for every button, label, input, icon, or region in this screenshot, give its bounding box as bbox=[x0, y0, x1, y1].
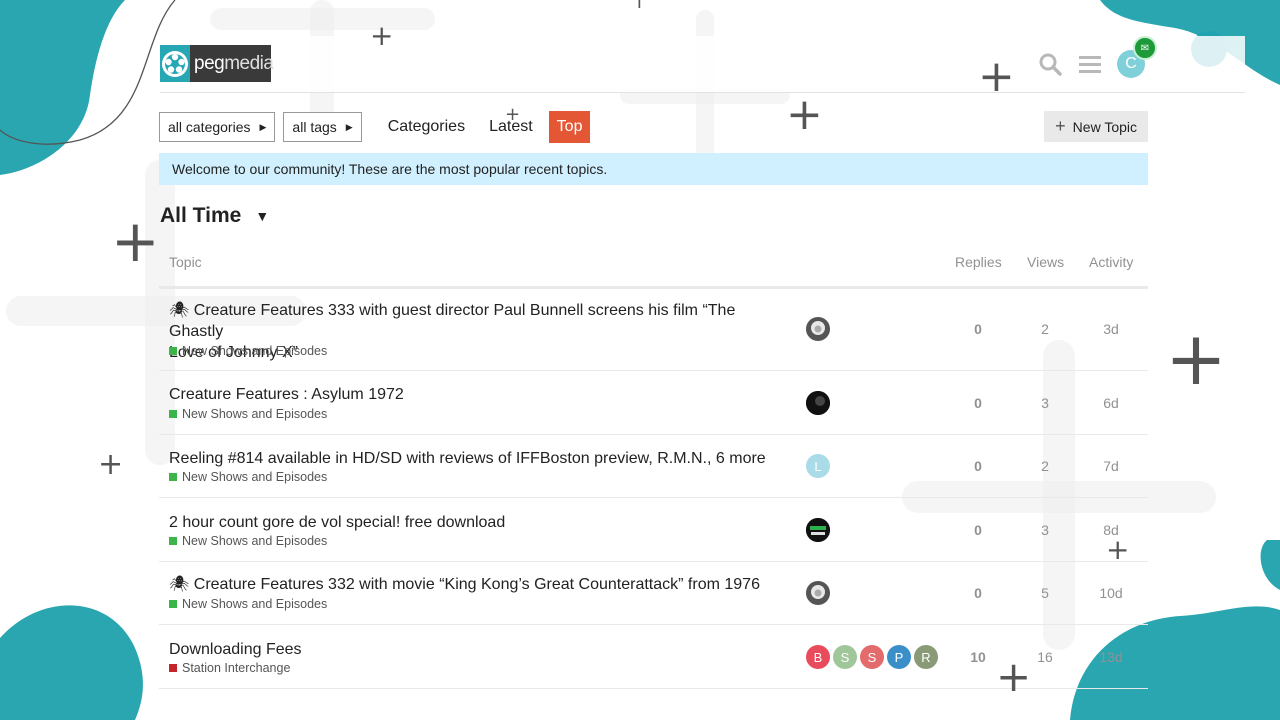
category-color-swatch bbox=[169, 347, 177, 355]
category-color-swatch bbox=[169, 600, 177, 608]
categories-dropdown[interactable]: all categories ▶ bbox=[159, 112, 276, 142]
activity-time[interactable]: 6d bbox=[1081, 395, 1141, 411]
topic-category[interactable]: New Shows and Episodes bbox=[169, 534, 327, 548]
decorative-plus-icon: + bbox=[1106, 533, 1130, 566]
activity-time[interactable]: 10d bbox=[1081, 585, 1141, 601]
decorative-plus-icon: + bbox=[978, 51, 1015, 102]
decorative-plus-icon: + bbox=[505, 104, 521, 125]
caret-down-icon: ▼ bbox=[255, 208, 270, 224]
topic-category[interactable]: New Shows and Episodes bbox=[169, 597, 327, 611]
topic-row[interactable]: Reeling #814 available in HD/SD with rev… bbox=[159, 435, 1148, 498]
topic-title-link[interactable]: 🕷 Creature Features 332 with movie “King… bbox=[169, 574, 789, 595]
views-count: 2 bbox=[1041, 321, 1049, 337]
poster-avatar[interactable]: R bbox=[914, 645, 938, 669]
column-activity[interactable]: Activity bbox=[1089, 254, 1133, 270]
decorative-plus-icon: + bbox=[111, 207, 160, 275]
topic-title-link[interactable]: Reeling #814 available in HD/SD with rev… bbox=[169, 448, 809, 469]
column-views[interactable]: Views bbox=[1027, 254, 1064, 270]
nav-link-categories[interactable]: Categories bbox=[380, 111, 473, 143]
poster-avatar[interactable]: L bbox=[806, 454, 830, 478]
replies-count: 0 bbox=[974, 522, 982, 538]
views-count: 2 bbox=[1041, 458, 1049, 474]
replies-count: 0 bbox=[974, 458, 982, 474]
topic-row[interactable]: 🕷 Creature Features 333 with guest direc… bbox=[159, 288, 1148, 371]
hamburger-menu-icon[interactable] bbox=[1077, 51, 1103, 77]
category-color-swatch bbox=[169, 664, 177, 672]
category-color-swatch bbox=[169, 410, 177, 418]
column-topic[interactable]: Topic bbox=[169, 254, 202, 270]
topic-row[interactable]: 🕷 Creature Features 332 with movie “King… bbox=[159, 562, 1148, 625]
categories-dropdown-label: all categories bbox=[168, 119, 251, 135]
poster-avatar[interactable]: B bbox=[806, 645, 830, 669]
activity-time[interactable]: 3d bbox=[1081, 321, 1141, 337]
topic-title-link[interactable]: Creature Features : Asylum 1972 bbox=[169, 384, 789, 405]
poster-avatar[interactable] bbox=[806, 518, 830, 542]
activity-time[interactable]: 7d bbox=[1081, 458, 1141, 474]
search-icon[interactable] bbox=[1037, 51, 1063, 77]
message-notification-icon[interactable]: ✉ bbox=[1133, 36, 1157, 60]
replies-count: 0 bbox=[974, 395, 982, 411]
topic-category[interactable]: Station Interchange bbox=[169, 661, 290, 675]
decorative-plus-icon: + bbox=[996, 652, 1032, 701]
views-count: 3 bbox=[1041, 522, 1049, 538]
decorative-plus-icon: + bbox=[370, 19, 394, 52]
poster-avatar[interactable]: S bbox=[860, 645, 884, 669]
replies-count: 0 bbox=[974, 321, 982, 337]
site-header: pegmedia C ✉ bbox=[160, 36, 1245, 93]
views-count: 5 bbox=[1041, 585, 1049, 601]
user-avatar[interactable]: C ✉ bbox=[1117, 36, 1157, 78]
views-count: 3 bbox=[1041, 395, 1049, 411]
nav-link-top[interactable]: Top bbox=[548, 111, 591, 143]
period-selector[interactable]: All Time ▼ bbox=[160, 204, 269, 228]
plus-icon: + bbox=[1055, 116, 1066, 136]
category-color-swatch bbox=[169, 473, 177, 481]
column-replies[interactable]: Replies bbox=[955, 254, 1002, 270]
activity-time[interactable]: 13d bbox=[1081, 649, 1141, 665]
poster-avatar[interactable] bbox=[806, 391, 830, 415]
decorative-plus-icon: | bbox=[636, 0, 643, 6]
poster-avatar[interactable]: P bbox=[887, 645, 911, 669]
decorative-plus-icon: + bbox=[786, 89, 823, 140]
topic-category[interactable]: New Shows and Episodes bbox=[169, 344, 327, 358]
decorative-plus-icon: + bbox=[98, 447, 124, 482]
tags-dropdown[interactable]: all tags ▶ bbox=[283, 112, 362, 142]
period-label: All Time bbox=[160, 204, 242, 227]
topic-title-link[interactable]: 2 hour count gore de vol special! free d… bbox=[169, 512, 789, 533]
topic-row[interactable]: Creature Features : Asylum 1972 New Show… bbox=[159, 371, 1148, 435]
caret-right-icon: ▶ bbox=[259, 121, 267, 132]
site-logo[interactable]: pegmedia bbox=[160, 45, 274, 82]
topic-title-link[interactable]: Downloading Fees bbox=[169, 639, 789, 660]
poster-avatar[interactable]: S bbox=[833, 645, 857, 669]
topic-category[interactable]: New Shows and Episodes bbox=[169, 407, 327, 421]
new-topic-button[interactable]: + New Topic bbox=[1044, 111, 1148, 142]
topic-category[interactable]: New Shows and Episodes bbox=[169, 470, 327, 484]
caret-right-icon: ▶ bbox=[345, 121, 353, 132]
decorative-plus-icon: + bbox=[1165, 316, 1228, 402]
topic-list-header: Topic Replies Views Activity bbox=[159, 244, 1148, 289]
poster-avatar[interactable] bbox=[806, 581, 830, 605]
logo-text: pegmedia bbox=[194, 52, 274, 74]
welcome-banner: Welcome to our community! These are the … bbox=[159, 153, 1148, 185]
tags-dropdown-label: all tags bbox=[292, 119, 337, 135]
new-topic-label: New Topic bbox=[1072, 118, 1137, 135]
topic-row[interactable]: 2 hour count gore de vol special! free d… bbox=[159, 498, 1148, 562]
replies-count: 0 bbox=[974, 585, 982, 601]
topic-navigation: all categories ▶ all tags ▶ Categories Lat… bbox=[159, 111, 591, 143]
user-avatar-initial: C bbox=[1125, 55, 1137, 72]
logo-film-reel-icon bbox=[160, 45, 190, 82]
category-color-swatch bbox=[169, 537, 177, 545]
poster-avatar[interactable] bbox=[806, 317, 830, 341]
